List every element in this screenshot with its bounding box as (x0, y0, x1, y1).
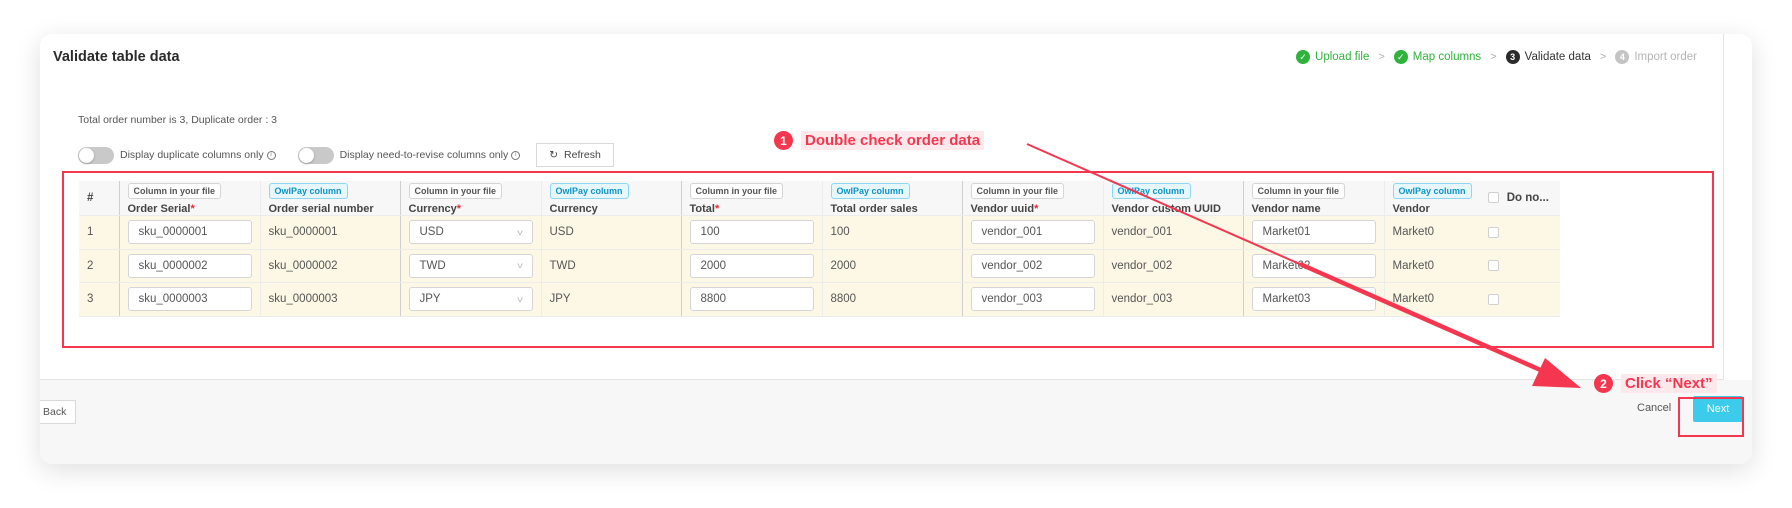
step-number-icon: 3 (1505, 50, 1520, 64)
step-separator: > (1599, 51, 1607, 63)
refresh-button[interactable]: ↻ Refresh (536, 143, 614, 167)
info-icon[interactable]: i (266, 150, 276, 160)
step-upload-file: ✓ Upload file (1296, 50, 1369, 64)
step-map-columns: ✓ Map columns (1393, 50, 1482, 64)
step-number-icon: 4 (1615, 50, 1630, 64)
annotation-next-highlight (1678, 397, 1744, 437)
cancel-button[interactable]: Cancel (1637, 402, 1671, 414)
annotation-text: Click “Next” (1621, 374, 1717, 393)
order-summary: Total order number is 3, Duplicate order… (78, 114, 278, 126)
dialog-footer: Back Cancel Next (40, 380, 1752, 464)
step-import-order: 4 Import order (1615, 50, 1697, 64)
info-icon[interactable]: i (511, 150, 521, 160)
step-label: Import order (1634, 51, 1697, 63)
step-label: Map columns (1412, 51, 1482, 63)
duplicate-filter: Display duplicate columns only i (78, 146, 276, 164)
revise-columns-toggle[interactable] (297, 146, 334, 164)
back-button[interactable]: Back (40, 400, 77, 424)
step-label: Validate data (1524, 51, 1591, 63)
check-icon: ✓ (1393, 50, 1408, 64)
annotation-2: 2 Click “Next” (1594, 374, 1717, 393)
annotation-number: 1 (774, 131, 793, 150)
duplicate-filter-label: Display duplicate columns only (120, 149, 264, 161)
stepper: ✓ Upload file > ✓ Map columns > 3 Valida… (1296, 50, 1697, 64)
step-label: Upload file (1315, 51, 1370, 63)
annotation-table-highlight (62, 171, 1714, 348)
check-icon: ✓ (1296, 50, 1311, 64)
filter-bar: Display duplicate columns only i Display… (78, 143, 614, 167)
annotation-text: Double check order data (801, 131, 985, 150)
refresh-icon: ↻ (549, 149, 559, 161)
revise-filter-label: Display need-to-revise columns only (339, 149, 509, 161)
revise-filter: Display need-to-revise columns only i (297, 146, 521, 164)
refresh-label: Refresh (564, 149, 601, 161)
step-separator: > (1490, 51, 1497, 63)
step-validate-data: 3 Validate data (1505, 50, 1591, 64)
duplicate-columns-toggle[interactable] (78, 146, 114, 164)
page-title: Validate table data (53, 49, 180, 65)
annotation-number: 2 (1594, 374, 1613, 393)
annotation-1: 1 Double check order data (774, 131, 985, 150)
step-separator: > (1378, 51, 1385, 63)
